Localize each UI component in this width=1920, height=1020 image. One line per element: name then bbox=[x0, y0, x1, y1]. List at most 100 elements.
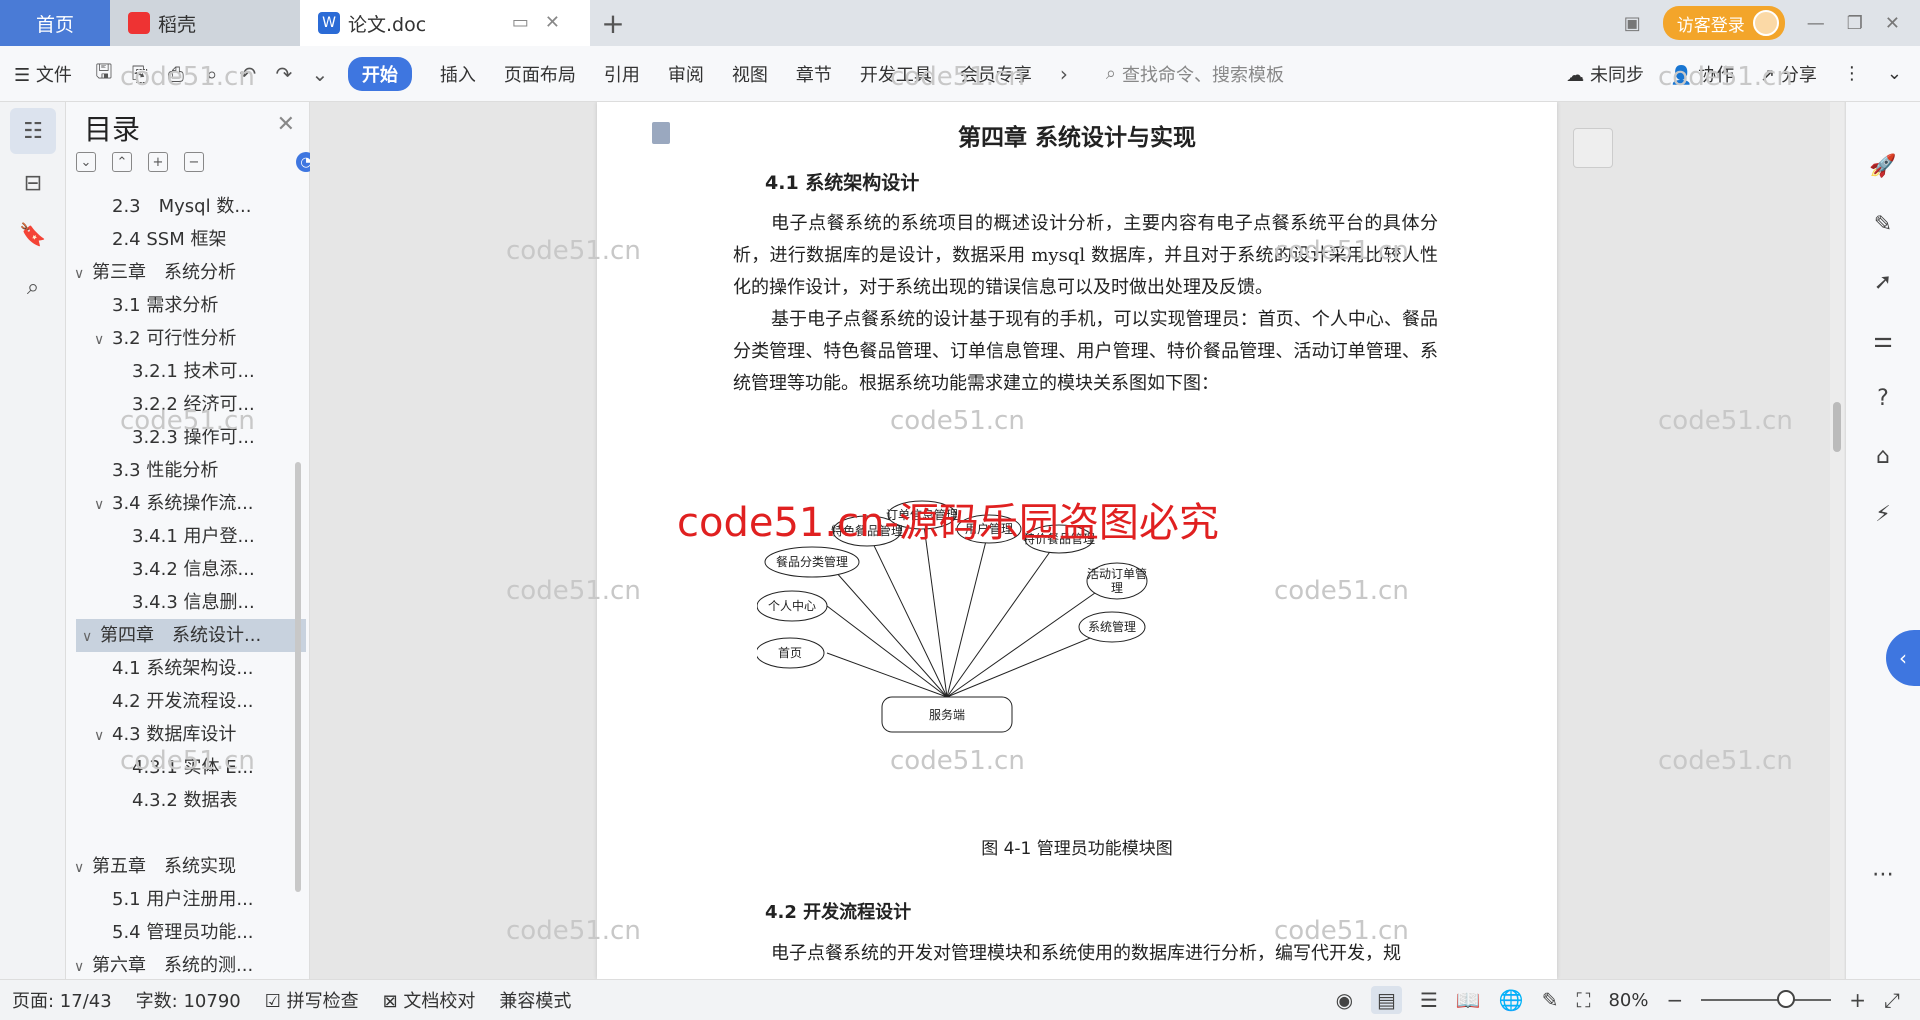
remove-heading-icon[interactable]: − bbox=[184, 152, 204, 172]
eye-protection-icon[interactable]: ◉ bbox=[1336, 988, 1353, 1012]
toc-item[interactable]: 5.1 用户注册用... bbox=[66, 883, 306, 916]
spell-check-button[interactable]: ☑ 拼写检查 bbox=[253, 987, 371, 1013]
toc-item[interactable]: 4.2 开发流程设... bbox=[66, 685, 306, 718]
toc-item[interactable]: ∨ 3.2 可行性分析 bbox=[66, 322, 306, 355]
toc-item[interactable]: 3.4.2 信息添... bbox=[66, 553, 306, 586]
toc-item[interactable]: 3.3 性能分析 bbox=[66, 454, 306, 487]
redo-icon[interactable]: ↷ bbox=[270, 60, 298, 88]
chevron-down-icon[interactable]: ∨ bbox=[74, 258, 92, 289]
menu-layout[interactable]: 页面布局 bbox=[490, 61, 590, 87]
scroll-thumb[interactable] bbox=[1833, 402, 1841, 452]
chevron-down-icon[interactable]: ∨ bbox=[74, 852, 92, 883]
help-icon[interactable]: ? bbox=[1863, 378, 1903, 418]
restore-icon[interactable]: ❐ bbox=[1847, 13, 1863, 34]
more-icon[interactable]: ⋯ bbox=[1863, 854, 1903, 894]
toc-panel-icon[interactable]: ☷ bbox=[10, 108, 56, 154]
close-window-icon[interactable]: ✕ bbox=[1885, 13, 1900, 34]
zoom-out-icon[interactable]: − bbox=[1666, 988, 1683, 1012]
more-options-icon[interactable]: ⋮ bbox=[1843, 63, 1861, 84]
chevron-down-icon[interactable]: ∨ bbox=[82, 621, 100, 652]
toc-item[interactable]: 3.2.1 技术可... bbox=[66, 355, 306, 388]
zoom-in-icon[interactable]: + bbox=[1849, 988, 1866, 1012]
collapse-all-icon[interactable]: ⌃ bbox=[112, 152, 132, 172]
rocket-icon[interactable]: 🚀 bbox=[1863, 146, 1903, 186]
toc-item[interactable]: 3.4.1 用户登... bbox=[66, 520, 306, 553]
tab-document[interactable]: W 论文.doc ▭✕ bbox=[300, 0, 590, 46]
bookmark-icon[interactable]: 🔖 bbox=[10, 212, 56, 258]
find-icon[interactable]: ⌕ bbox=[10, 264, 56, 310]
chevron-down-icon[interactable]: ∨ bbox=[74, 951, 92, 979]
guest-login-button[interactable]: 访客登录 bbox=[1662, 6, 1785, 40]
toc-item[interactable]: 2.3 Mysql 数... bbox=[66, 190, 306, 223]
proofread-button[interactable]: ⊠ 文档校对 bbox=[371, 987, 488, 1013]
toc-item[interactable]: ∨ 第六章 系统的测... bbox=[66, 949, 306, 979]
word-count[interactable]: 字数: 10790 bbox=[124, 987, 253, 1013]
toc-item[interactable]: ∨ 4.3 数据库设计 bbox=[66, 718, 306, 751]
menu-view[interactable]: 视图 bbox=[718, 61, 782, 87]
toc-item[interactable]: 3.2.2 经济可... bbox=[66, 388, 306, 421]
toc-item[interactable]: ∨ 3.4 系统操作流... bbox=[66, 487, 306, 520]
undo-icon[interactable]: ↶ bbox=[234, 60, 262, 88]
tab-daoke[interactable]: 稻壳 bbox=[110, 0, 300, 46]
save-icon[interactable]: 🖫 bbox=[90, 59, 118, 88]
menu-section[interactable]: 章节 bbox=[782, 61, 846, 87]
toc-item[interactable]: 5.4 管理员功能... bbox=[66, 916, 306, 949]
chevron-down-icon[interactable]: ∨ bbox=[94, 324, 112, 355]
write-mode-icon[interactable]: ✎ bbox=[1542, 988, 1559, 1012]
web-view-icon[interactable]: 🌐 bbox=[1499, 988, 1524, 1012]
pen-icon[interactable]: ✎ bbox=[1863, 204, 1903, 244]
power-icon[interactable]: ⚡ bbox=[1863, 494, 1903, 534]
chevron-down-icon[interactable]: ∨ bbox=[94, 720, 112, 751]
toc-item[interactable]: 4.3.1 实体 E... bbox=[66, 751, 306, 784]
workspace-icon[interactable]: ▣ bbox=[1624, 13, 1641, 34]
command-search[interactable]: ⌕ 查找命令、搜索模板 bbox=[1106, 61, 1284, 87]
add-heading-icon[interactable]: + bbox=[148, 152, 168, 172]
fullscreen-icon[interactable]: ⤢ bbox=[1884, 988, 1900, 1012]
collab-button[interactable]: 👤 协作 bbox=[1670, 61, 1734, 87]
sync-button[interactable]: ☁ 未同步 bbox=[1566, 61, 1644, 87]
outline-view-icon[interactable]: ☰ bbox=[1420, 988, 1438, 1012]
translate-icon[interactable]: ⌂ bbox=[1863, 436, 1903, 476]
share-button[interactable]: ↗ 分享 bbox=[1760, 61, 1817, 87]
menu-start[interactable]: 开始 bbox=[347, 56, 412, 91]
toc-item[interactable]: 4.3.2 数据表 bbox=[66, 784, 306, 817]
file-menu[interactable]: ☰ 文件 bbox=[0, 61, 86, 87]
expand-all-icon[interactable]: ⌄ bbox=[76, 152, 96, 172]
menu-developer[interactable]: 开发工具 bbox=[846, 61, 946, 87]
page-indicator[interactable]: 页面: 17/43 bbox=[0, 987, 124, 1013]
export-icon[interactable]: ⎘ bbox=[126, 60, 154, 88]
zoom-slider[interactable] bbox=[1701, 990, 1832, 1008]
toc-item[interactable]: 3.2.3 操作可... bbox=[66, 421, 306, 454]
menu-insert[interactable]: 插入 bbox=[426, 61, 490, 87]
toc-item[interactable]: 2.4 SSM 框架 bbox=[66, 223, 306, 256]
toc-item[interactable]: 3.4.3 信息删... bbox=[66, 586, 306, 619]
menu-review[interactable]: 审阅 bbox=[654, 61, 718, 87]
tab-close-icon[interactable]: ▭✕ bbox=[512, 12, 576, 33]
tab-home[interactable]: 首页 bbox=[0, 0, 110, 46]
toc-item[interactable]: ∨ 第三章 系统分析 bbox=[66, 256, 306, 289]
toc-item[interactable]: ∨ 第四章 系统设计... bbox=[76, 619, 306, 652]
chevron-down-icon[interactable]: ∨ bbox=[94, 489, 112, 520]
toc-scrollbar[interactable] bbox=[295, 462, 301, 892]
toc-item[interactable]: 4.1 系统架构设... bbox=[66, 652, 306, 685]
new-tab-button[interactable]: + bbox=[590, 0, 636, 46]
fit-page-icon[interactable]: ⛶ bbox=[1576, 988, 1590, 1012]
collapse-ribbon-icon[interactable]: ⌄ bbox=[1887, 63, 1902, 84]
page-view-icon[interactable]: ▤ bbox=[1371, 986, 1402, 1014]
more-dropdown-icon[interactable]: ⌄ bbox=[306, 60, 334, 88]
menu-member[interactable]: 会员专享 bbox=[946, 61, 1046, 87]
cursor-icon[interactable]: ➚ bbox=[1863, 262, 1903, 302]
minimize-icon[interactable]: — bbox=[1807, 13, 1825, 34]
toc-item[interactable]: ∨ 第五章 系统实现 bbox=[66, 850, 306, 883]
page-side-button[interactable] bbox=[1573, 128, 1613, 168]
chevron-right-icon[interactable]: › bbox=[1050, 60, 1078, 88]
close-icon[interactable]: ✕ bbox=[277, 112, 295, 137]
reading-view-icon[interactable]: 📖 bbox=[1456, 988, 1481, 1012]
menu-references[interactable]: 引用 bbox=[590, 61, 654, 87]
print-preview-icon[interactable]: ⌕ bbox=[198, 60, 226, 88]
zoom-level[interactable]: 80% bbox=[1608, 990, 1648, 1011]
navigation-icon[interactable]: ⊟ bbox=[10, 160, 56, 206]
settings-sliders-icon[interactable]: ⚌ bbox=[1863, 320, 1903, 360]
print-icon[interactable]: ⎙ bbox=[162, 60, 190, 88]
toc-item[interactable]: 3.1 需求分析 bbox=[66, 289, 306, 322]
